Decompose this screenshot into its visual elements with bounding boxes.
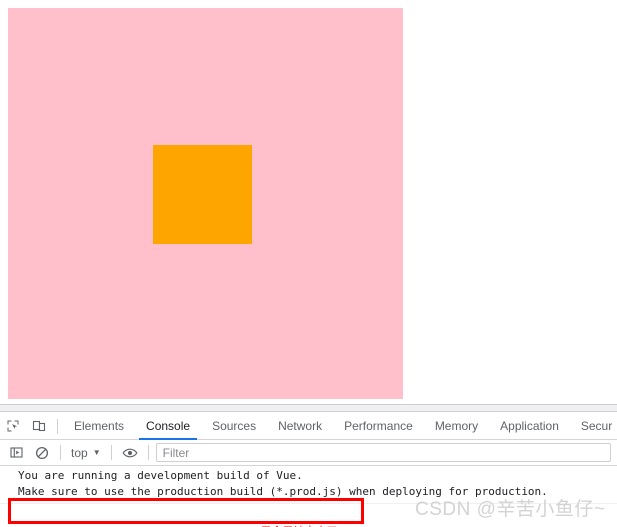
console-context-label: top [71,445,88,460]
filterbar-divider-1 [60,445,61,460]
tab-sources[interactable]: Sources [201,413,267,439]
device-toolbar-icon[interactable] [26,414,52,438]
toolbar-divider [57,418,58,434]
console-filter-bar: top ▼ [0,440,617,466]
page-viewport [0,0,617,404]
console-sidebar-icon[interactable] [3,441,29,465]
tab-security[interactable]: Secur [570,413,617,439]
tab-elements[interactable]: Elements [63,413,135,439]
tab-performance[interactable]: Performance [333,413,424,439]
tab-memory[interactable]: Memory [424,413,489,439]
child-box-element[interactable] [153,145,252,244]
devtools-tabstrip: Elements Console Sources Network Perform… [0,413,617,440]
tab-network[interactable]: Network [267,413,333,439]
watermark-text: CSDN @辛苦小鱼仔~ [415,499,606,520]
console-message-vue-line1: You are running a development build of V… [18,469,303,482]
filterbar-divider-2 [110,445,112,460]
filterbar-divider-3 [147,445,149,460]
console-filter-input[interactable] [155,443,611,462]
tab-application[interactable]: Application [489,413,570,439]
eye-icon[interactable] [117,441,143,465]
inspect-element-icon[interactable] [0,414,26,438]
devtools-top-band [0,405,617,412]
console-context-selector[interactable]: top ▼ [66,443,106,463]
clear-console-icon[interactable] [29,441,55,465]
parent-box-element[interactable] [8,8,403,399]
tab-console[interactable]: Console [135,413,201,440]
chevron-down-icon: ▼ [92,447,101,457]
